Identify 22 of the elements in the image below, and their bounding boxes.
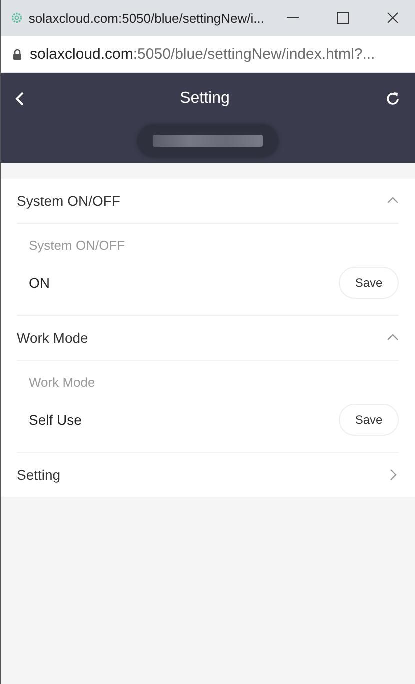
window-title: solaxcloud.com:5050/blue/settingNew/i... <box>28 10 264 26</box>
section-header[interactable]: Setting <box>17 453 399 497</box>
minimize-icon <box>286 17 299 19</box>
lock-icon <box>13 48 22 60</box>
device-selector[interactable] <box>138 125 278 157</box>
page-title: Setting <box>180 90 230 108</box>
section-header[interactable]: System ON/OFF <box>17 179 399 224</box>
field-value[interactable]: ON <box>29 275 50 291</box>
close-icon <box>386 12 399 24</box>
save-button[interactable]: Save <box>339 404 399 436</box>
section-title: Setting <box>17 467 61 483</box>
section-title: System ON/OFF <box>17 193 120 209</box>
maximize-icon <box>336 12 349 24</box>
save-button[interactable]: Save <box>339 267 399 299</box>
section-title: Work Mode <box>17 330 88 346</box>
field-label: Work Mode <box>29 375 96 390</box>
back-button[interactable] <box>15 91 25 107</box>
gear-icon <box>11 11 23 25</box>
section-header[interactable]: Work Mode <box>17 316 399 361</box>
refresh-button[interactable] <box>385 91 401 107</box>
field-value[interactable]: Self Use <box>29 412 82 428</box>
field-label: System ON/OFF <box>29 238 126 253</box>
